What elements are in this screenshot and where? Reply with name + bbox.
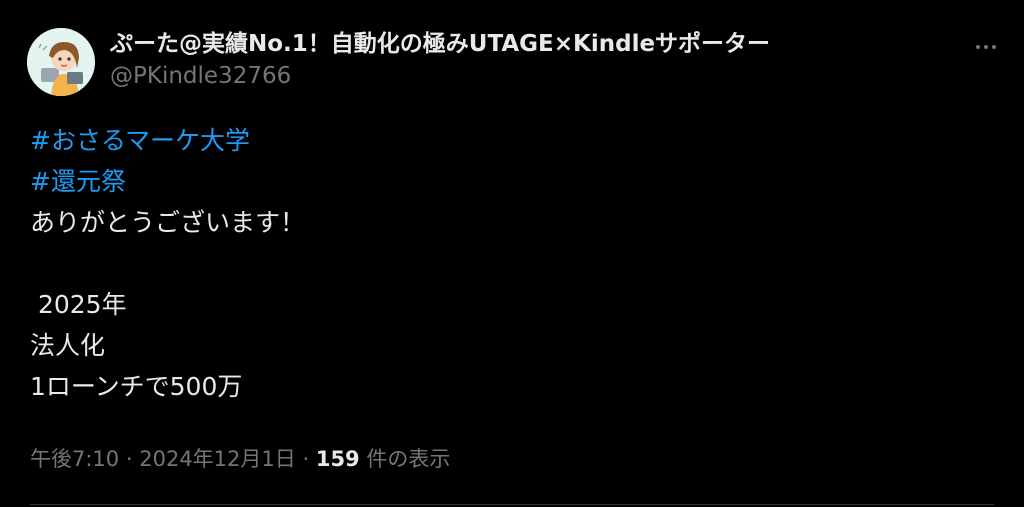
tweet-line — [30, 243, 990, 284]
views-count: 159 — [315, 447, 360, 471]
more-horizontal-icon — [992, 45, 996, 49]
tweet-line: ありがとうございます！ — [30, 208, 306, 237]
author-display-name[interactable]: ぷーた@実績No.1！自動化の極みUTAGE×Kindleサポーター — [110, 28, 770, 60]
hashtag-link[interactable]: #還元祭 — [30, 167, 126, 196]
tweet-date[interactable]: 2024年12月1日 — [139, 447, 296, 471]
hashtag-link[interactable]: #おさるマーケ大学 — [30, 126, 250, 155]
views-label: 件の表示 — [366, 447, 451, 471]
meta-separator: · — [125, 447, 133, 471]
tweet-text: #おさるマーケ大学 #還元祭 ありがとうございます！ 2025年 法人化 1ロー… — [30, 120, 990, 407]
avatar[interactable] — [27, 28, 95, 96]
author-handle[interactable]: @PKindle32766 — [110, 60, 770, 92]
tweet-line: 2025年 — [30, 290, 127, 319]
cartoon-avatar-icon — [27, 28, 95, 96]
tweet-line: 1ローンチで500万 — [30, 372, 243, 401]
tweet-meta: 午後7:10 · 2024年12月1日 · 159 件の表示 — [30, 443, 450, 475]
more-horizontal-icon — [984, 45, 988, 49]
tweet-line: 法人化 — [30, 331, 106, 360]
more-options-button[interactable] — [968, 34, 1004, 60]
meta-separator: · — [302, 447, 310, 471]
more-horizontal-icon — [976, 45, 980, 49]
divider — [30, 504, 994, 505]
tweet-card: ぷーた@実績No.1！自動化の極みUTAGE×Kindleサポーター @PKin… — [0, 0, 1024, 507]
tweet-time[interactable]: 午後7:10 — [30, 447, 119, 471]
author-info: ぷーた@実績No.1！自動化の極みUTAGE×Kindleサポーター @PKin… — [110, 28, 770, 92]
